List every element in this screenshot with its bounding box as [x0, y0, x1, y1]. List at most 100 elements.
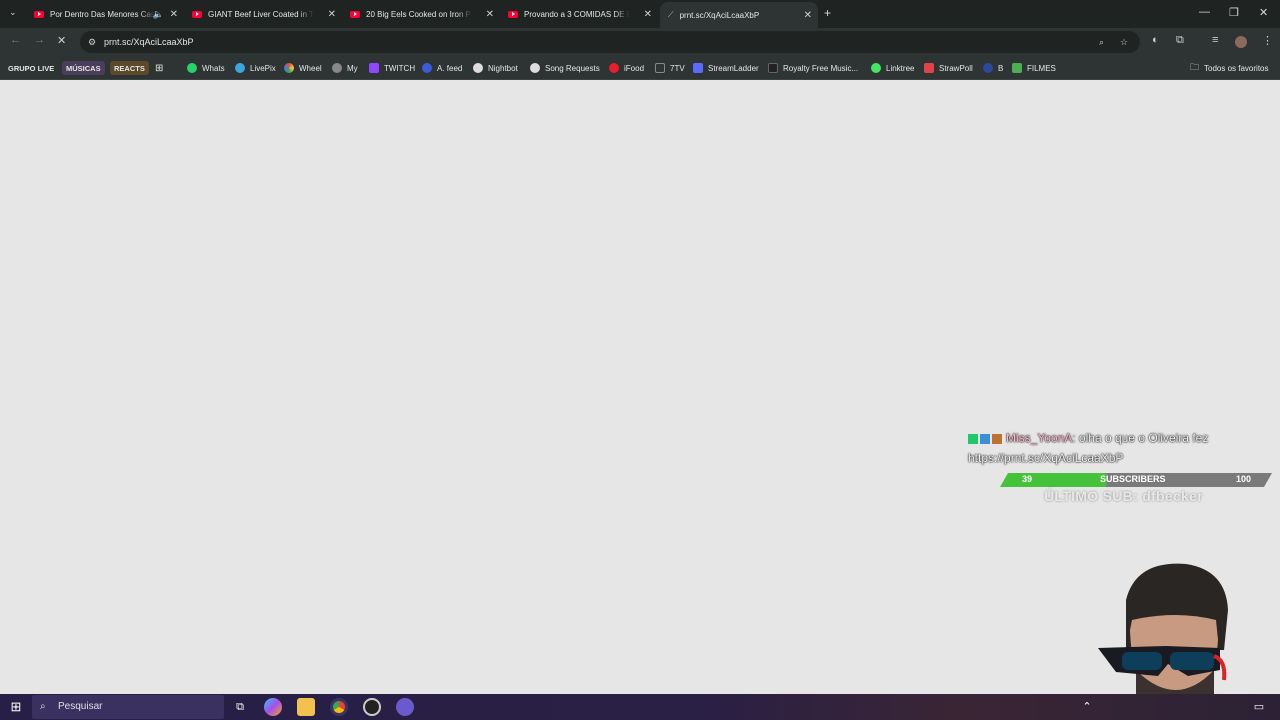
chat-message-text: : olha o que o Oliveira fez [1072, 431, 1209, 445]
app-icon[interactable] [396, 698, 414, 716]
bookmark-ifood[interactable]: iFood [609, 61, 644, 75]
file-explorer-icon[interactable] [297, 698, 315, 716]
bookmark-royalty-free-music[interactable]: Royalty Free Music... [768, 61, 858, 75]
bookmark-streamladder[interactable]: StreamLadder [693, 61, 759, 75]
bookmarks-bar: GRUPO LIVE MÚSICAS REACTS ⊞ Whats LivePi… [0, 56, 1280, 80]
taskbar-search[interactable]: ⌕ Pesquisar [32, 695, 224, 719]
streamladder-icon [693, 63, 703, 73]
all-bookmarks-folder[interactable]: 🗀 Todos os favoritos [1190, 61, 1269, 75]
bookmark-reacts[interactable]: REACTS [110, 61, 149, 75]
last-subscriber: ÚLTIMO SUB: dfbecker [1044, 488, 1203, 504]
bookmark-label: Whats [202, 63, 225, 73]
bookmark-nightbot[interactable]: Nightbot [473, 61, 518, 75]
chrome-icon[interactable] [330, 698, 348, 716]
emote-badge-icon [992, 433, 1002, 444]
speaker-icon[interactable]: 🔈 [153, 9, 164, 20]
stream-chat-message: Miss_YoonA: olha o que o Oliveira fez ht… [968, 428, 1258, 468]
bookmark-livepix[interactable]: LivePix [235, 61, 276, 75]
search-icon: ⌕ [40, 701, 46, 712]
bookmark-label: GRUPO LIVE [8, 63, 55, 73]
bookmark-label: StreamLadder [708, 63, 759, 73]
back-button[interactable]: ← [10, 34, 21, 46]
zoom-icon[interactable]: ⌕ [1099, 31, 1104, 53]
profile-avatar[interactable] [1235, 36, 1247, 48]
subscriber-goal: 100 [1236, 474, 1252, 484]
tab-1[interactable]: Por Dentro Das Menores Casas do Mundo 🔈 … [26, 2, 184, 26]
tab-3[interactable]: 20 Big Eels Cooked on Iron Pan ✕ [342, 2, 500, 26]
tab-title: Provando a 3 COMIDAS DE RUA [524, 9, 630, 19]
sheets-icon [1012, 63, 1022, 73]
tab-5-active[interactable]: ⟋ prnt.sc/XqAciLcaaXbP ✕ [660, 2, 818, 28]
bookmark-a-feed[interactable]: A. feed [422, 61, 462, 75]
tab-2[interactable]: GIANT Beef Liver Coated in The ✕ [184, 2, 342, 26]
close-tab-icon[interactable]: ✕ [170, 9, 178, 20]
tab-4[interactable]: Provando a 3 COMIDAS DE RUA ✕ [500, 2, 658, 26]
sub-badge-icon [980, 433, 990, 444]
menu-icon[interactable]: ⋮ [1262, 34, 1273, 47]
reading-list-icon[interactable]: ≡ [1212, 34, 1218, 46]
bookmark-grupo-live[interactable]: GRUPO LIVE [8, 61, 54, 75]
bookmark-b[interactable]: B [983, 61, 1003, 75]
bookmark-7tv[interactable]: 7TV [655, 61, 685, 75]
bookmark-star-icon[interactable]: ☆ [1120, 31, 1128, 53]
obs-icon[interactable] [363, 698, 381, 716]
close-tab-icon[interactable]: ✕ [328, 9, 336, 20]
bookmark-song-requests[interactable]: Song Requests [530, 61, 600, 75]
bookmark-label: Song Requests [545, 63, 600, 73]
address-bar[interactable]: ⚙ prnt.sc/XqAciLcaaXbP ⌕ ☆ [80, 31, 1140, 53]
stop-loading-button[interactable]: ✕ [57, 34, 66, 47]
kick-badge-icon [968, 433, 978, 444]
nightbot-icon [530, 63, 540, 73]
youtube-icon [192, 10, 202, 18]
globe-icon [332, 63, 342, 73]
extensions-puzzle-icon[interactable]: ⧉ [1176, 34, 1184, 47]
minimize-button[interactable]: — [1199, 6, 1210, 18]
chevron-up-icon[interactable]: ⌃ [1078, 698, 1096, 716]
whatsapp-icon [187, 63, 197, 73]
wheel-icon [284, 63, 294, 73]
bookmark-label: LivePix [250, 63, 276, 73]
tab-search-icon[interactable]: ⌄ [9, 7, 17, 18]
bookmark-linktree[interactable]: Linktree [871, 61, 914, 75]
bookmark-wheel[interactable]: Wheel [284, 61, 322, 75]
loading-icon: ⟋ [668, 10, 674, 19]
folder-icon: 🗀 [1190, 62, 1200, 72]
bookmark-musicas[interactable]: MÚSICAS [62, 61, 105, 75]
bookmark-my[interactable]: My [332, 61, 358, 75]
page-content [0, 80, 1280, 694]
forward-button[interactable]: → [34, 34, 45, 46]
chat-badges [968, 433, 1002, 444]
extension-icon[interactable]: ◐ [1152, 34, 1159, 46]
maximize-button[interactable]: ❐ [1229, 6, 1239, 19]
task-view-icon[interactable]: ⧉ [231, 698, 249, 716]
bookmark-whats[interactable]: Whats [187, 61, 225, 75]
music-icon [768, 63, 778, 73]
tab-title: GIANT Beef Liver Coated in The [208, 9, 314, 19]
strawpoll-icon [924, 63, 934, 73]
subscriber-goal-bar: 39 SUBSCRIBERS 100 [1000, 473, 1272, 487]
copilot-icon[interactable] [264, 698, 282, 716]
twitch-icon [369, 63, 379, 73]
notification-icon[interactable]: ▭ [1250, 698, 1268, 716]
ifood-icon [609, 63, 619, 73]
bookmark-label: FILMES [1027, 63, 1056, 73]
anchor-icon [422, 63, 432, 73]
close-tab-icon[interactable]: ✕ [486, 9, 494, 20]
bookmark-filmes[interactable]: FILMES [1012, 61, 1056, 75]
close-tab-icon[interactable]: ✕ [804, 10, 812, 21]
new-tab-button[interactable]: + [824, 6, 831, 20]
apps-grid-icon[interactable]: ⊞ [155, 61, 163, 75]
chat-link-text: https://prnt.sc/XqAciLcaaXbP [968, 451, 1124, 465]
close-tab-icon[interactable]: ✕ [644, 9, 652, 20]
bookmark-twitch[interactable]: TWITCH [369, 61, 415, 75]
close-window-button[interactable]: ✕ [1259, 6, 1268, 19]
bookmark-label: Wheel [299, 63, 322, 73]
bookmark-strawpoll[interactable]: StrawPoll [924, 61, 973, 75]
bookmark-label: StrawPoll [939, 63, 973, 73]
nightbot-icon [473, 63, 483, 73]
bookmark-label: My [347, 63, 358, 73]
site-info-icon[interactable]: ⚙ [88, 31, 96, 53]
tab-title: prnt.sc/XqAciLcaaXbP [679, 10, 760, 20]
subscriber-goal-fill [1000, 473, 1107, 487]
windows-start-icon[interactable]: ⊞ [7, 698, 25, 716]
